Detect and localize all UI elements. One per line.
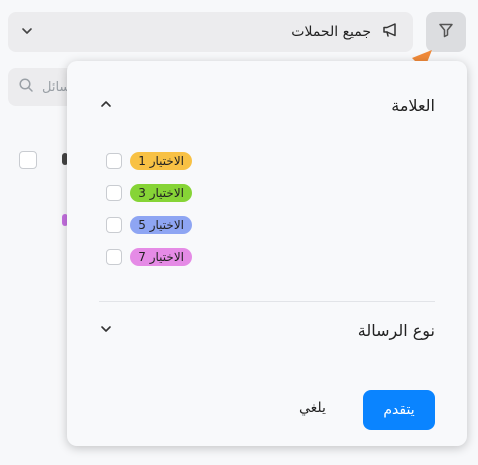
search-icon xyxy=(18,77,34,97)
tag-option-checkbox[interactable] xyxy=(106,249,123,265)
tag-option[interactable]: الاختيار 5 xyxy=(106,215,192,235)
tag-chip: الاختيار 7 xyxy=(130,248,192,266)
tag-option[interactable]: الاختيار 1 xyxy=(106,151,192,171)
tag-chip: الاختيار 1 xyxy=(130,152,192,170)
apply-button[interactable]: يتقدم xyxy=(363,390,435,430)
tag-option-checkbox[interactable] xyxy=(106,217,123,233)
chevron-down-icon xyxy=(99,321,113,340)
campaign-select[interactable]: جميع الحملات xyxy=(8,12,413,52)
tag-chip: الاختيار 3 xyxy=(130,184,192,202)
tag-section-title: العلامة xyxy=(391,95,435,115)
cancel-button[interactable]: يلغي xyxy=(299,400,326,416)
tag-section-header[interactable]: العلامة xyxy=(99,93,435,117)
tag-option-checkbox[interactable] xyxy=(106,153,123,169)
message-type-section-header[interactable]: نوع الرسالة xyxy=(99,318,435,342)
chevron-down-icon xyxy=(20,23,34,42)
tag-option[interactable]: الاختيار 7 xyxy=(106,247,192,267)
message-type-section-title: نوع الرسالة xyxy=(357,320,435,340)
filter-panel: العلامة الاختيار 1 الاختيار 3 الاختيار 5… xyxy=(67,61,467,446)
row-checkbox[interactable] xyxy=(19,151,37,169)
tag-option[interactable]: الاختيار 3 xyxy=(106,183,192,203)
campaign-select-value: جميع الحملات xyxy=(291,24,371,40)
tag-chip: الاختيار 5 xyxy=(130,216,192,234)
section-divider xyxy=(99,301,435,302)
tag-option-checkbox[interactable] xyxy=(106,185,123,201)
chevron-up-icon xyxy=(99,96,113,115)
